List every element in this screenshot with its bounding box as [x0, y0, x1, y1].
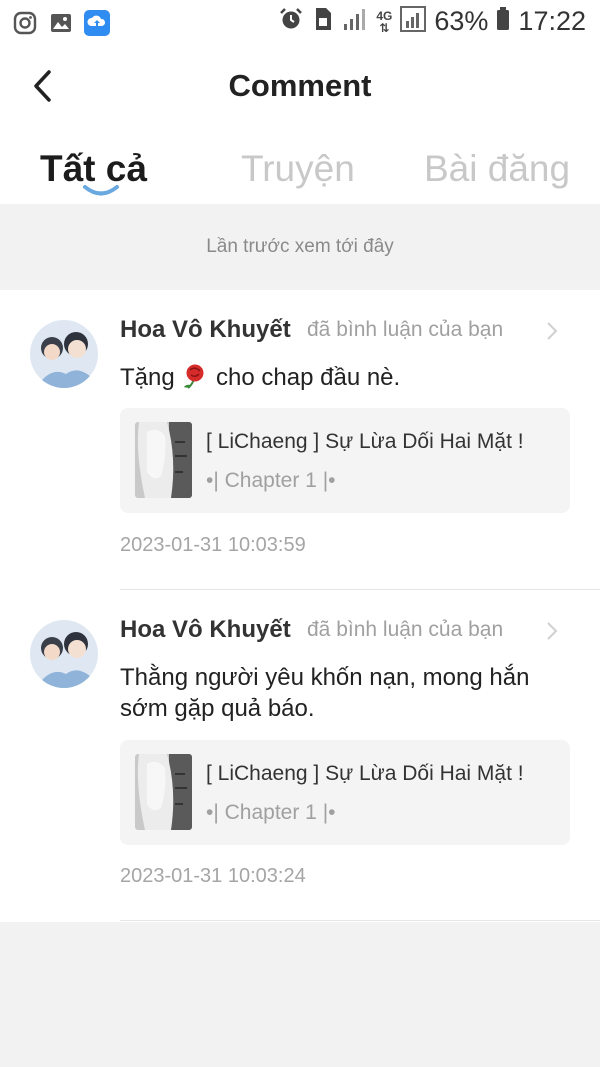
comment-list: Hoa Vô Khuyết đã bình luận của bạn Tặng …: [0, 290, 600, 922]
story-title: [ LiChaeng ] Sự Lừa Dối Hai Mặt !: [206, 762, 524, 785]
alarm-icon: [278, 6, 304, 37]
network-type-label: 4G: [376, 8, 393, 23]
comment-action-text: đã bình luận của bạn: [307, 318, 504, 341]
status-bar-app-icons: [12, 10, 110, 36]
comment-text: Thằng người yêu khốn nạn, mong hắn sớm g…: [120, 664, 530, 722]
instagram-icon: [12, 10, 38, 36]
rose-icon: [181, 364, 209, 391]
chevron-right-icon[interactable]: [545, 620, 565, 644]
avatar[interactable]: [30, 320, 98, 388]
story-chapter: •| Chapter 1 |•: [206, 469, 336, 492]
comment-text-after: cho chap đầu nè.: [209, 364, 401, 391]
comment-action-text: đã bình luận của bạn: [307, 618, 504, 641]
chevron-right-icon[interactable]: [545, 320, 565, 344]
divider: [120, 920, 600, 921]
sim-card-icon: [312, 6, 334, 37]
story-thumbnail: [135, 422, 192, 498]
battery-icon: [496, 7, 510, 36]
tab-stories[interactable]: Truyện: [241, 148, 355, 190]
signal-icon: [342, 7, 368, 36]
avatar[interactable]: [30, 620, 98, 688]
header: Comment: [0, 48, 600, 128]
battery-percent: 63%: [434, 6, 489, 36]
story-card[interactable]: [ LiChaeng ] Sự Lừa Dối Hai Mặt ! •| Cha…: [120, 408, 570, 513]
story-thumbnail: [135, 754, 192, 830]
status-bar-system: 4G ⇅ 63% 17:22: [278, 6, 586, 37]
comment-user-name[interactable]: Hoa Vô Khuyết: [120, 616, 291, 644]
comment-text: Tặng cho chap đầu nè.: [120, 362, 570, 393]
cloud-app-icon: [84, 10, 110, 36]
tab-active-indicator: [83, 185, 119, 196]
clock: 17:22: [518, 6, 586, 36]
gallery-icon: [48, 10, 74, 36]
comment-user-name[interactable]: Hoa Vô Khuyết: [120, 316, 291, 344]
tab-bar: Tất cả Truyện Bài đăng: [0, 128, 600, 204]
last-viewed-notice: Lần trước xem tới đây: [206, 236, 394, 257]
story-chapter: •| Chapter 1 |•: [206, 801, 336, 824]
status-bar: 4G ⇅ 63% 17:22: [0, 0, 600, 48]
tab-posts[interactable]: Bài đăng: [424, 148, 570, 190]
comment-item[interactable]: Hoa Vô Khuyết đã bình luận của bạn Thằng…: [0, 590, 600, 921]
story-card[interactable]: [ LiChaeng ] Sự Lừa Dối Hai Mặt ! •| Cha…: [120, 740, 570, 845]
signal-2-icon: [400, 6, 427, 37]
comment-text-before: Tặng: [120, 364, 182, 391]
comment-timestamp: 2023-01-31 10:03:24: [120, 865, 306, 887]
page-title: Comment: [228, 68, 372, 103]
comment-item[interactable]: Hoa Vô Khuyết đã bình luận của bạn Tặng …: [0, 290, 600, 621]
story-title: [ LiChaeng ] Sự Lừa Dối Hai Mặt !: [206, 430, 524, 453]
comment-timestamp: 2023-01-31 10:03:59: [120, 534, 306, 556]
network-type-icon: 4G ⇅: [376, 8, 393, 35]
